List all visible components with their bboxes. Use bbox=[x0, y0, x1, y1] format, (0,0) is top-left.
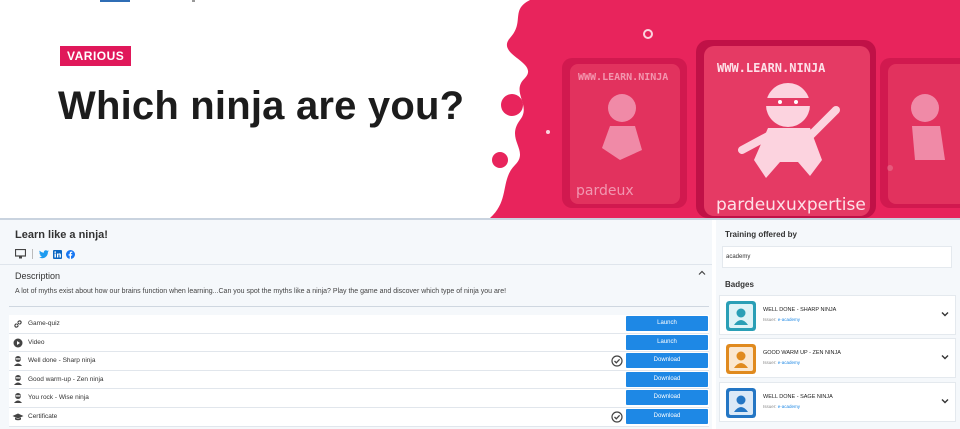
svg-text:uxpertise: uxpertise bbox=[786, 195, 866, 215]
badge-name: GOOD WARM UP - ZEN NINJA bbox=[763, 350, 841, 356]
badge-card[interactable]: WELL DONE - SAGE NINJA Issuer: e-academy bbox=[719, 382, 956, 422]
chevron-down-icon[interactable] bbox=[941, 310, 949, 318]
top-nav-underline bbox=[100, 0, 130, 2]
svg-text:pardeux: pardeux bbox=[716, 195, 786, 215]
activity-row: Video Launch bbox=[9, 333, 709, 353]
activity-label: Good warm-up - Zen ninja bbox=[28, 375, 104, 383]
badge-issuer: Issuer: e-academy bbox=[763, 317, 801, 322]
activity-row: Certificate Download bbox=[9, 407, 709, 427]
download-button[interactable]: Download bbox=[626, 408, 708, 424]
ninja-icon bbox=[14, 374, 22, 385]
activity-row: Well done - Sharp ninja Download bbox=[9, 352, 709, 371]
description-text: A lot of myths exist about how our brain… bbox=[15, 288, 507, 295]
monitor-icon[interactable] bbox=[15, 249, 26, 259]
chevron-down-icon[interactable] bbox=[941, 397, 949, 405]
share-bar bbox=[15, 248, 75, 260]
activity-row: Game-quiz Launch bbox=[9, 315, 709, 334]
activity-label: Video bbox=[28, 338, 45, 346]
top-nav-mark bbox=[192, 0, 195, 2]
course-title: Learn like a ninja! bbox=[15, 229, 108, 241]
ninja-badge-icon bbox=[726, 301, 756, 331]
description-divider bbox=[9, 306, 709, 307]
badges-title: Badges bbox=[725, 280, 754, 289]
launch-button[interactable]: Launch bbox=[626, 316, 708, 331]
facebook-icon[interactable] bbox=[66, 249, 75, 259]
twitter-icon[interactable] bbox=[39, 249, 49, 259]
activity-label: Game-quiz bbox=[28, 320, 60, 327]
linkedin-icon[interactable] bbox=[53, 249, 62, 259]
play-icon bbox=[13, 338, 23, 348]
link-icon bbox=[14, 320, 22, 328]
ninja-illustration: WWW.LEARN.NINJA pardeux WWW.LEARN.NINJA … bbox=[490, 0, 960, 218]
check-circle-icon bbox=[611, 355, 623, 367]
chevron-up-icon[interactable] bbox=[698, 269, 706, 277]
download-button[interactable]: Download bbox=[626, 353, 708, 369]
badge-name: WELL DONE - SHARP NINJA bbox=[763, 307, 837, 313]
hero-title: Which ninja are you? bbox=[58, 84, 465, 128]
svg-text:WWW.LEARN.NINJA: WWW.LEARN.NINJA bbox=[717, 61, 826, 75]
description-toggle[interactable]: Description bbox=[0, 264, 712, 284]
badge-card[interactable]: WELL DONE - SHARP NINJA Issuer: e-academ… bbox=[719, 295, 956, 335]
download-button[interactable]: Download bbox=[626, 390, 708, 406]
ninja-icon bbox=[14, 356, 22, 367]
activity-row: Good warm-up - Zen ninja Download bbox=[9, 370, 709, 390]
launch-button[interactable]: Launch bbox=[626, 334, 708, 350]
activity-label: Well done - Sharp ninja bbox=[28, 357, 96, 365]
graduation-cap-icon bbox=[12, 413, 24, 421]
course-panel: Learn like a ninja! Description A lot of… bbox=[0, 220, 712, 429]
download-button[interactable]: Download bbox=[626, 371, 708, 387]
ninja-icon bbox=[14, 393, 22, 404]
svg-text:WWW.LEARN.NINJA: WWW.LEARN.NINJA bbox=[578, 72, 668, 83]
training-offered-title: Training offered by bbox=[725, 230, 798, 239]
badge-issuer: Issuer: e-academy bbox=[763, 404, 801, 409]
sidebar: Training offered by academy Badges WELL … bbox=[716, 220, 960, 429]
academy-card[interactable]: academy bbox=[722, 246, 952, 268]
academy-name: academy bbox=[726, 254, 751, 260]
hero-banner: VARIOUS Which ninja are you? WWW.LEARN.N… bbox=[0, 0, 960, 218]
description-label: Description bbox=[15, 271, 61, 281]
badge-card[interactable]: GOOD WARM UP - ZEN NINJA Issuer: e-acade… bbox=[719, 338, 956, 378]
badge-name: WELL DONE - SAGE NINJA bbox=[763, 394, 833, 400]
activity-list: Game-quiz Launch Video Launch Well done … bbox=[9, 315, 709, 427]
ninja-badge-icon bbox=[726, 388, 756, 418]
share-separator bbox=[32, 249, 33, 259]
chevron-down-icon[interactable] bbox=[941, 353, 949, 361]
badge-issuer: Issuer: e-academy bbox=[763, 360, 801, 365]
activity-row: You rock - Wise ninja Download bbox=[9, 389, 709, 408]
activity-label: Certificate bbox=[28, 412, 58, 420]
activity-label: You rock - Wise ninja bbox=[28, 394, 89, 402]
check-circle-icon bbox=[611, 411, 623, 423]
category-tag: VARIOUS bbox=[60, 46, 132, 66]
svg-text:pardeux: pardeux bbox=[576, 183, 634, 199]
ninja-badge-icon bbox=[726, 344, 756, 374]
